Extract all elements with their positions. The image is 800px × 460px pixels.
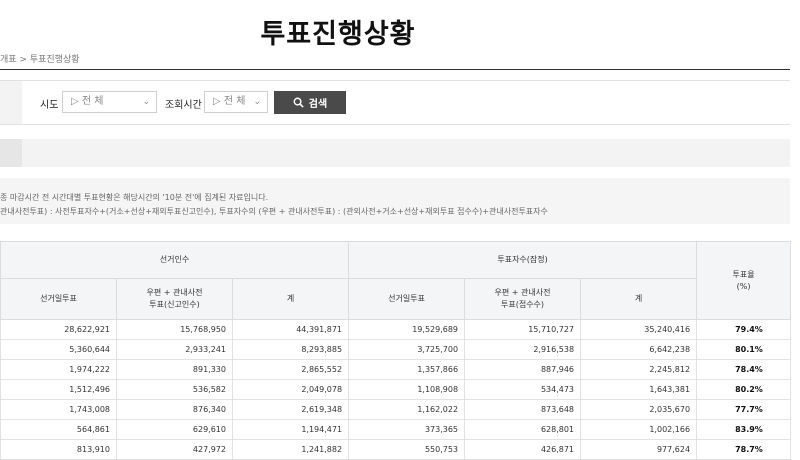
table-row: 5,360,644 2,933,241 8,293,885 3,725,700 …: [0, 339, 792, 360]
time-label: 조회시간: [165, 100, 202, 111]
cell-voters-election-day: 1,357,866: [348, 359, 466, 380]
notice-line-2: 관내사전투표) : 사전투표자수+(거소+선상+재외투표신고인수), 투표자수의…: [0, 207, 548, 216]
cell-election-day: 1,974,222: [0, 359, 117, 380]
cell-voters-election-day: 1,108,908: [348, 379, 466, 400]
sido-select-value: ▷ 전 체: [71, 96, 104, 107]
header-postal-voters: 우편 + 관내사전 투표(접수수): [464, 278, 582, 320]
title-divider: [0, 69, 790, 70]
search-button-label: 검색: [308, 99, 328, 110]
cell-voters-total: 2,245,812: [580, 359, 698, 380]
time-select[interactable]: ▷ 전 체 ⌄: [204, 91, 268, 113]
table-row: 564,861 629,610 1,194,471 373,365 628,80…: [0, 419, 792, 440]
cell-postal: 2,933,241: [116, 339, 233, 360]
table-row: 28,622,921 15,768,950 44,391,871 19,529,…: [0, 319, 792, 340]
cell-total: 2,865,552: [231, 359, 350, 380]
cell-rate: 77.7%: [696, 399, 792, 420]
cell-voters-election-day: 3,725,700: [348, 339, 466, 360]
cell-total: 2,619,348: [231, 399, 350, 420]
header-rate: 투표율 (%): [696, 241, 792, 320]
cell-voters-election-day: 373,365: [348, 419, 466, 440]
cell-voters-postal: 2,916,538: [464, 339, 582, 360]
notice-line-1: 종 마감시간 전 시간대별 투표현황은 해당시간의 '10분 전'에 집계된 자…: [0, 193, 269, 202]
cell-election-day: 5,360,644: [0, 339, 117, 360]
header-election-day-voters: 선거일투표: [348, 278, 466, 320]
breadcrumb: 개표 > 투표진행상황: [0, 55, 80, 65]
cell-rate: 83.9%: [696, 419, 792, 440]
chevron-down-icon: ⌄: [253, 97, 261, 107]
cell-voters-total: 6,642,238: [580, 339, 698, 360]
cell-total: 2,049,078: [231, 379, 350, 400]
header-total-voters: 계: [580, 278, 698, 320]
cell-postal: 891,330: [116, 359, 233, 380]
tab-strip: [0, 139, 790, 167]
cell-voters-total: 1,643,381: [580, 379, 698, 400]
sido-select[interactable]: ▷ 전 체 ⌄: [62, 91, 157, 113]
cell-election-day: 564,861: [0, 419, 117, 440]
cell-total: 8,293,885: [231, 339, 350, 360]
cell-voters-postal: 873,648: [464, 399, 582, 420]
cell-voters-total: 35,240,416: [580, 319, 698, 340]
cell-voters-postal: 887,946: [464, 359, 582, 380]
time-select-value: ▷ 전 체: [213, 96, 246, 107]
cell-voters-postal: 534,473: [464, 379, 582, 400]
search-icon: [293, 97, 304, 108]
cell-voters-postal: 15,710,727: [464, 319, 582, 340]
header-total: 계: [231, 278, 350, 320]
cell-voters-election-day: 19,529,689: [348, 319, 466, 340]
tab-strip-edge: [0, 139, 22, 167]
cell-postal: 15,768,950: [116, 319, 233, 340]
page-title: 투표진행상황: [260, 19, 416, 50]
cell-election-day: 28,622,921: [0, 319, 117, 340]
search-button[interactable]: 검색: [274, 91, 346, 114]
table-row: 1,743,008 876,340 2,619,348 1,162,022 87…: [0, 399, 792, 420]
cell-voters-total: 1,002,166: [580, 419, 698, 440]
cell-rate: 79.4%: [696, 319, 792, 340]
cell-election-day: 1,512,496: [0, 379, 117, 400]
cell-rate: 80.2%: [696, 379, 792, 400]
search-panel: 시도 ▷ 전 체 ⌄ 조회시간 ▷ 전 체 ⌄ 검색: [0, 80, 790, 125]
cell-rate: 78.4%: [696, 359, 792, 380]
table-row: 1,974,222 891,330 2,865,552 1,357,866 88…: [0, 359, 792, 380]
sido-label: 시도: [40, 100, 59, 111]
cell-election-day: 1,743,008: [0, 399, 117, 420]
cell-voters-election-day: 1,162,022: [348, 399, 466, 420]
cell-postal: 629,610: [116, 419, 233, 440]
table-row: 1,512,496 536,582 2,049,078 1,108,908 53…: [0, 379, 792, 400]
cell-total: 1,194,471: [231, 419, 350, 440]
cell-postal: 536,582: [116, 379, 233, 400]
header-voters: 투표자수(잠정): [348, 241, 698, 279]
header-election-day: 선거일투표: [0, 278, 117, 320]
search-panel-edge: [0, 81, 22, 124]
cell-rate: 80.1%: [696, 339, 792, 360]
notice-box: 종 마감시간 전 시간대별 투표현황은 해당시간의 '10분 전'에 집계된 자…: [0, 178, 790, 224]
cell-voters-postal: 628,801: [464, 419, 582, 440]
header-electors: 선거인수: [0, 241, 350, 279]
cell-total: 44,391,871: [231, 319, 350, 340]
header-postal-electors: 우편 + 관내사전 투표(신고인수): [116, 278, 233, 320]
chevron-down-icon: ⌄: [142, 97, 150, 107]
cell-voters-total: 2,035,670: [580, 399, 698, 420]
turnout-table: 선거인수 투표자수(잠정) 투표율 (%) 선거일투표 우편 + 관내사전 투표…: [0, 241, 792, 460]
cell-postal: 876,340: [116, 399, 233, 420]
